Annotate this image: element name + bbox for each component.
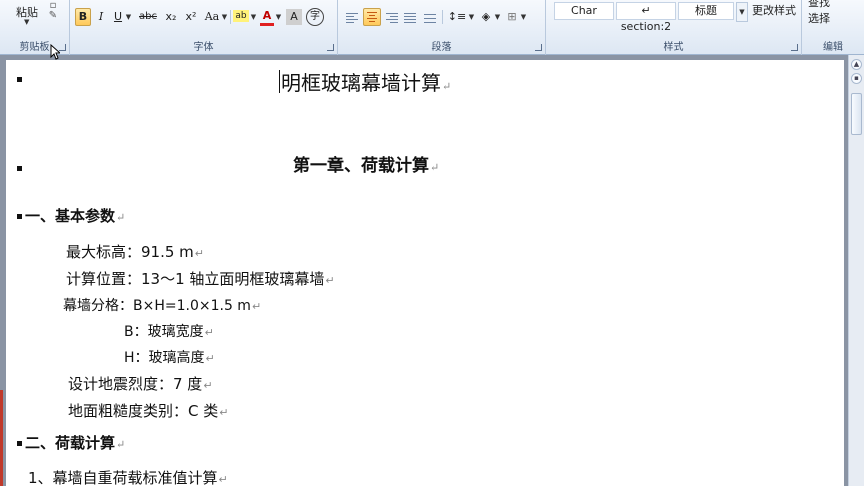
- shading-icon[interactable]: ◈: [478, 8, 494, 26]
- param-roughness[interactable]: 地面粗糙度类别：C 类↵: [68, 400, 228, 421]
- vertical-scrollbar[interactable]: ▲ ▪: [848, 55, 864, 486]
- enclose-characters-button[interactable]: 字: [306, 8, 324, 26]
- borders-icon[interactable]: ⊞: [504, 8, 520, 26]
- highlight-dropdown-icon[interactable]: ▼: [250, 8, 257, 26]
- underline-button[interactable]: U: [111, 8, 125, 26]
- underline-dropdown-icon[interactable]: ▼: [125, 8, 132, 26]
- select-button[interactable]: 选择: [808, 10, 830, 26]
- divider: [442, 10, 443, 24]
- clipboard-launcher-icon[interactable]: [59, 44, 66, 51]
- paragraph-group-label: 段落: [431, 42, 452, 53]
- param-grid[interactable]: 幕墙分格：B×H=1.0×1.5 m↵: [63, 295, 261, 315]
- line-spacing-dropdown-icon[interactable]: ▼: [468, 8, 475, 26]
- scrollbar-thumb[interactable]: [851, 93, 862, 135]
- strikethrough-button[interactable]: abc: [137, 8, 159, 26]
- font-launcher-icon[interactable]: [327, 44, 334, 51]
- justify-icon[interactable]: [402, 8, 418, 26]
- change-styles-button[interactable]: 更改样式: [752, 4, 800, 17]
- italic-button[interactable]: I: [94, 8, 108, 26]
- param-h[interactable]: H：玻璃高度↵: [124, 347, 215, 367]
- bold-button[interactable]: B: [75, 8, 91, 26]
- font-group: B I U ▼ abc x₂ x² Aa ▼ ab ▼ A ▼ A 字 字体: [70, 0, 338, 55]
- item-heading-1[interactable]: 1、幕墙自重荷载标准值计算↵: [28, 467, 228, 486]
- shading-dropdown-icon[interactable]: ▼: [494, 8, 501, 26]
- line-spacing-icon[interactable]: ↕≡: [446, 8, 468, 26]
- distributed-icon[interactable]: [422, 8, 438, 26]
- align-center-icon[interactable]: [363, 8, 381, 26]
- format-painter-icon[interactable]: ✎: [46, 10, 60, 22]
- style-heading[interactable]: 标题: [678, 2, 734, 20]
- change-case-dropdown-icon[interactable]: ▼: [221, 8, 228, 26]
- divider: [230, 10, 231, 24]
- superscript-button[interactable]: x²: [183, 8, 199, 26]
- styles-more-icon[interactable]: ▼: [736, 2, 748, 22]
- style-char[interactable]: Char: [554, 2, 614, 20]
- font-color-button[interactable]: A: [260, 8, 274, 26]
- char-shading-button[interactable]: A: [286, 9, 302, 25]
- paragraph-mark-bullet: [17, 441, 22, 446]
- paragraph-mark-bullet: [17, 166, 22, 171]
- paragraph-mark-bullet: [17, 77, 22, 82]
- subscript-button[interactable]: x₂: [163, 8, 179, 26]
- text-cursor: [279, 70, 280, 93]
- param-location[interactable]: 计算位置：13～1 轴立面明框玻璃幕墙↵: [66, 268, 335, 289]
- paragraph-group: ↕≡ ▼ ◈ ▼ ⊞ ▼ 段落: [338, 0, 546, 55]
- ruler-toggle-icon[interactable]: ▪: [851, 73, 862, 84]
- chapter-heading[interactable]: 第一章、荷载计算↵: [293, 151, 439, 176]
- highlight-button[interactable]: ab: [233, 10, 249, 22]
- font-color-dropdown-icon[interactable]: ▼: [275, 8, 282, 26]
- paragraph-mark-bullet: [17, 214, 22, 219]
- scroll-up-icon[interactable]: ▲: [851, 59, 862, 70]
- style-section[interactable]: ↵ section:2: [616, 2, 676, 33]
- document-title[interactable]: 明框玻璃幕墙计算↵: [281, 67, 451, 96]
- section-heading-2[interactable]: 二、荷载计算↵: [25, 432, 125, 453]
- paste-dropdown-icon[interactable]: ▼: [24, 18, 29, 26]
- change-case-button[interactable]: Aa: [203, 8, 221, 26]
- selection-marker: [0, 390, 3, 486]
- styles-launcher-icon[interactable]: [791, 44, 798, 51]
- section-heading-1[interactable]: 一、基本参数↵: [25, 205, 125, 226]
- styles-group-label: 样式: [663, 42, 684, 53]
- mouse-pointer-icon: [50, 44, 60, 60]
- align-right-icon[interactable]: [384, 8, 400, 26]
- ribbon: 粘贴 ▼ ▫ ✎ 剪贴板 B I U ▼ abc x₂ x² Aa ▼ ab ▼…: [0, 0, 864, 55]
- editing-group-label: 编辑: [823, 42, 843, 53]
- param-max-height[interactable]: 最大标高：91.5 m↵: [66, 241, 204, 262]
- paragraph-launcher-icon[interactable]: [535, 44, 542, 51]
- param-b[interactable]: B：玻璃宽度↵: [124, 321, 214, 341]
- find-button[interactable]: 查找: [808, 0, 830, 10]
- borders-dropdown-icon[interactable]: ▼: [520, 8, 527, 26]
- align-left-icon[interactable]: [344, 8, 360, 26]
- param-seismic[interactable]: 设计地震烈度：7 度↵: [68, 373, 213, 394]
- font-group-label: 字体: [193, 42, 214, 53]
